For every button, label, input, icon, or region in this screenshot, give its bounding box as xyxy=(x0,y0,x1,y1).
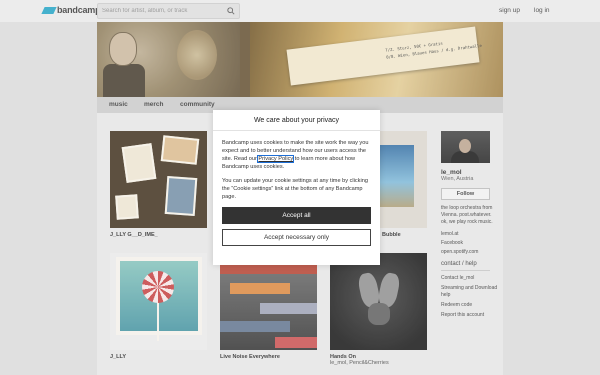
cookie-consent-dialog: We care about your privacy Bandcamp uses… xyxy=(213,110,380,265)
accept-necessary-button[interactable]: Accept necessary only xyxy=(222,229,371,246)
accept-all-button[interactable]: Accept all xyxy=(222,207,371,224)
cookie-settings-note: You can update your cookie settings at a… xyxy=(222,178,368,200)
cookie-explanation: Bandcamp uses cookies to make the site w… xyxy=(222,140,369,170)
privacy-policy-link[interactable]: Privacy Policy xyxy=(257,155,295,163)
dialog-title: We care about your privacy xyxy=(213,110,380,131)
